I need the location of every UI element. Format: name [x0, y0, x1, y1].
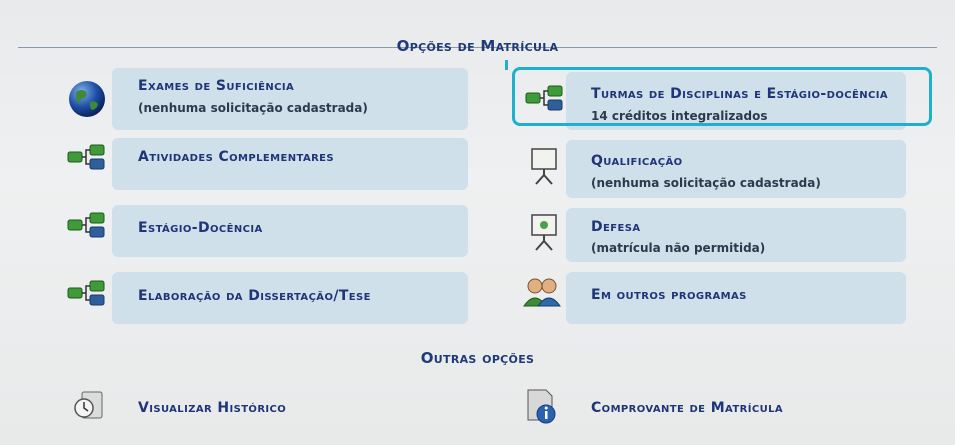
option-title-sufficiency-exams[interactable]: Exames de Suficiência [138, 78, 294, 94]
option-subtitle-sufficiency-exams: (nenhuma solicitação cadastrada) [138, 101, 368, 115]
option-title-complementary-activities[interactable]: Atividades Complementares [138, 149, 334, 165]
option-title-class-groups[interactable]: Turmas de Disciplinas e Estágio-docência [591, 86, 888, 102]
section-title-enrollment: Opções de Matrícula [396, 37, 559, 55]
presentation-board-icon [531, 214, 557, 251]
option-subtitle-defense: (matrícula não permitida) [591, 241, 766, 255]
users-icon [523, 278, 561, 307]
history-icon [74, 391, 103, 419]
presentation-board-icon [531, 148, 557, 185]
document-info-icon [527, 389, 556, 424]
network-icon [525, 85, 563, 111]
option-title-defense[interactable]: Defesa [591, 219, 640, 235]
option-title-enrollment-proof[interactable]: Comprovante de Matrícula [591, 400, 783, 416]
section-title-other-options: Outras opções [420, 349, 535, 367]
option-title-thesis-elaboration[interactable]: Elaboração da Dissertação/Tese [138, 288, 371, 304]
option-title-other-programs[interactable]: Em outros programas [591, 287, 747, 303]
annotation-highlight-tail [505, 60, 508, 70]
globe-icon [69, 81, 105, 117]
network-icon [67, 280, 105, 306]
option-title-qualification[interactable]: Qualificação [591, 153, 683, 169]
option-subtitle-class-groups: 14 créditos integralizados [591, 109, 768, 123]
option-subtitle-qualification: (nenhuma solicitação cadastrada) [591, 176, 821, 190]
option-title-teaching-internship[interactable]: Estágio-Docência [138, 220, 263, 236]
network-icon [67, 212, 105, 238]
network-icon [67, 144, 105, 170]
option-title-view-history[interactable]: Visualizar Histórico [138, 400, 286, 416]
